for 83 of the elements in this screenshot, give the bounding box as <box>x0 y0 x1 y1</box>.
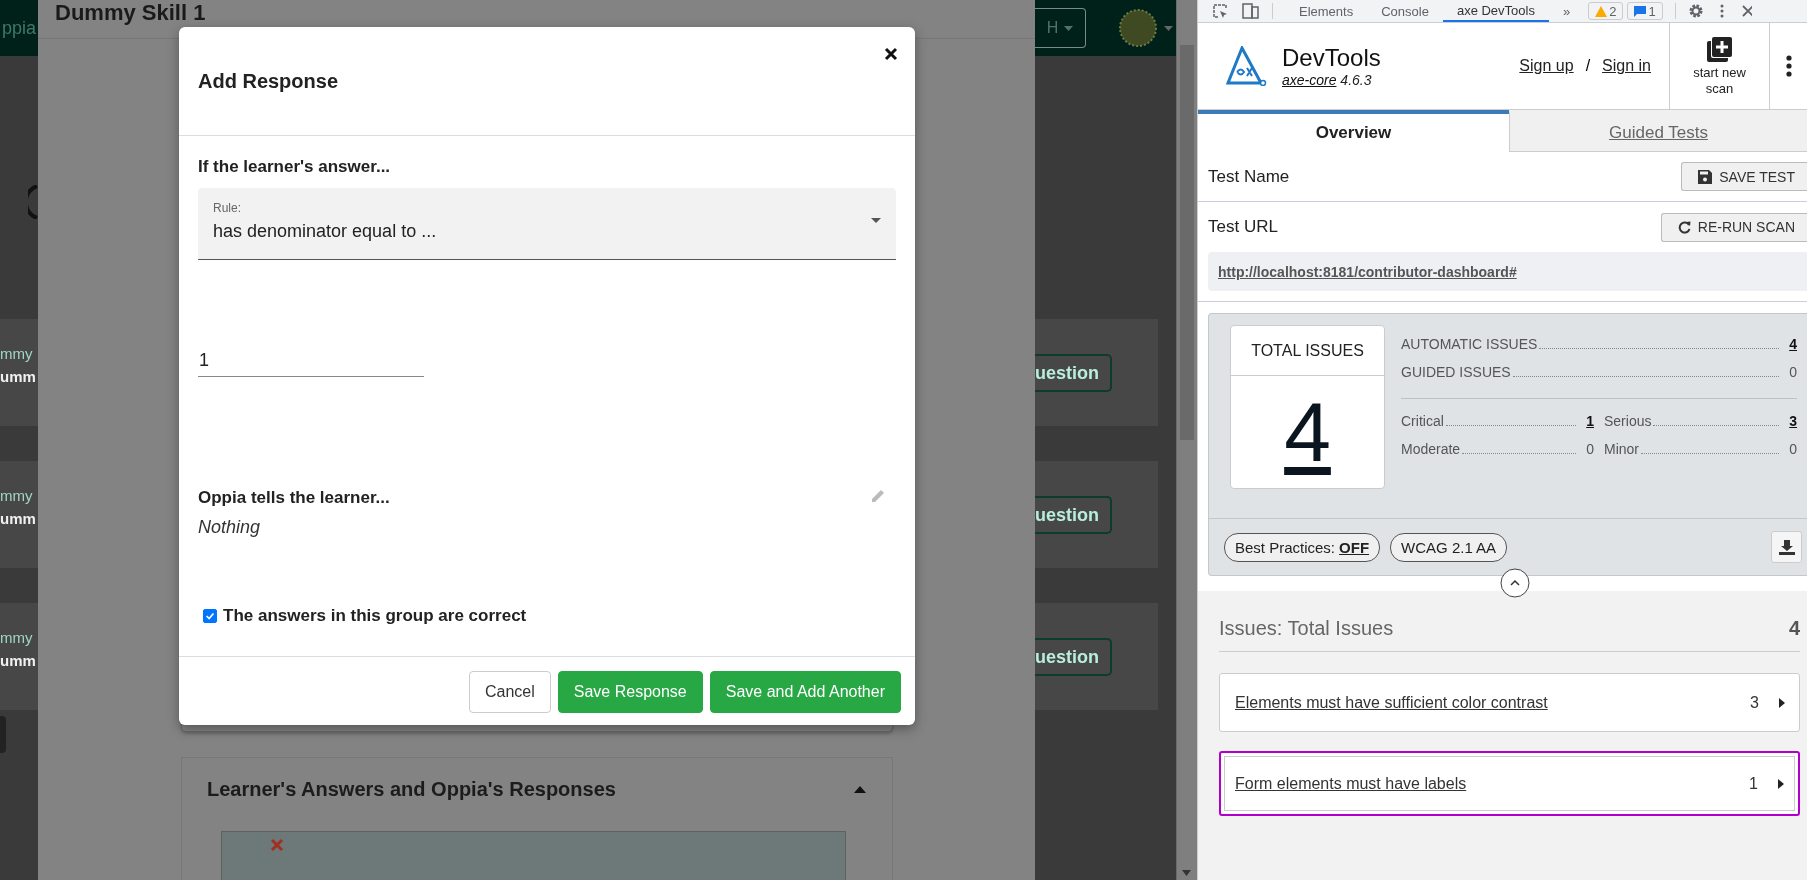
close-icon[interactable] <box>884 47 898 61</box>
rule-dropdown[interactable]: Rule: has denominator equal to ... <box>198 188 896 260</box>
caret-icon[interactable] <box>871 218 881 223</box>
caret-icon <box>1064 25 1074 31</box>
settings-icon[interactable] <box>1687 3 1704 19</box>
section-title: Learner's Answers and Oppia's Responses <box>207 778 616 801</box>
kebab-menu-icon[interactable] <box>1785 55 1792 77</box>
issues-count: 4 <box>1788 616 1800 640</box>
input-field[interactable]: 1 <box>198 346 424 377</box>
device-icon[interactable] <box>1242 3 1260 19</box>
modal-title: Add Response <box>198 70 339 94</box>
total-count[interactable]: 4 <box>1284 390 1331 474</box>
caret-icon[interactable] <box>1164 25 1173 31</box>
card-title: umm <box>0 510 37 527</box>
sign-up-link[interactable]: Sign up <box>1519 57 1574 75</box>
section-heading: Oppia tells the learner... <box>198 488 390 508</box>
devtools-tab[interactable]: Elements <box>1285 0 1368 22</box>
panel-tab[interactable]: Guided Tests <box>1509 110 1807 152</box>
section-heading: If the learner's answer... <box>198 157 392 177</box>
issue-item[interactable]: Elements must have sufficient color contrast 3 <box>1219 673 1800 732</box>
total-label: TOTAL ISSUES <box>1251 341 1364 360</box>
download-icon <box>1778 539 1795 555</box>
circle-outline-icon <box>28 185 38 219</box>
card-topic: mmy <box>0 629 34 646</box>
question-button[interactable]: uestion <box>1035 496 1112 534</box>
issue-category-label: GUIDED ISSUES <box>1401 364 1511 380</box>
feedback-text: Nothing <box>198 517 262 538</box>
issue-category-label: Critical <box>1401 413 1444 429</box>
question-button[interactable]: uestion <box>1035 354 1112 392</box>
devtools-tab[interactable]: axe DevTools <box>1442 0 1549 22</box>
card-title: umm <box>0 652 37 669</box>
inspect-icon[interactable] <box>1212 3 1228 19</box>
cancel-button[interactable]: Cancel <box>468 671 551 713</box>
checkbox-label: The answers in this group are correct <box>223 606 527 626</box>
warnings-badge[interactable]: 2 <box>1588 2 1624 20</box>
question-button[interactable]: uestion <box>1035 638 1112 676</box>
axe-logo-icon <box>1226 46 1268 86</box>
best-practices-toggle[interactable]: Best Practices: OFF <box>1224 532 1381 562</box>
close-icon <box>270 838 284 852</box>
card-title: umm <box>0 368 37 385</box>
checkbox[interactable] <box>203 609 217 623</box>
standard-tag[interactable]: WCAG 2.1 AA <box>1390 532 1508 562</box>
refresh-icon <box>1677 220 1691 234</box>
avatar-icon[interactable] <box>1118 8 1158 48</box>
issues-heading: Issues: Total Issues <box>1219 616 1394 640</box>
issue-category-label: Minor <box>1604 441 1639 457</box>
caret-icon <box>1779 697 1785 708</box>
rerun-button[interactable]: RE-RUN SCAN <box>1660 212 1807 242</box>
logo-text: ppia <box>1 17 37 39</box>
more-tabs-button[interactable]: » <box>1548 0 1585 22</box>
save-button[interactable]: SAVE TEST <box>1681 162 1807 191</box>
issue-category-label: Moderate <box>1401 441 1461 457</box>
caret-icon[interactable] <box>854 786 866 793</box>
issue-count: 0 <box>1586 441 1594 457</box>
product-title: DevTools <box>1282 44 1381 72</box>
new-scan-button[interactable]: start new scan <box>1669 23 1770 109</box>
issue-count[interactable]: 3 <box>1789 413 1797 429</box>
field-label: Test URL <box>1208 217 1278 237</box>
version-text: axe-core 4.6.3 <box>1282 72 1373 88</box>
scrollbar[interactable] <box>1176 0 1197 880</box>
card-topic: mmy <box>0 345 34 362</box>
issue-count: 0 <box>1789 364 1797 380</box>
axe-core-link[interactable]: axe-core <box>1282 72 1337 88</box>
download-button[interactable] <box>1771 531 1802 563</box>
url-link[interactable]: http://localhost:8181/contributor-dashboard# <box>1218 263 1517 280</box>
field-label: Test Name <box>1208 166 1290 187</box>
panel-title: Dummy Skill 1 <box>55 0 206 26</box>
issue-item[interactable]: Form elements must have labels 1 <box>1219 751 1800 816</box>
issue-count[interactable]: 4 <box>1789 336 1797 352</box>
issue-count: 0 <box>1789 441 1797 457</box>
scroll-down-icon[interactable] <box>1182 870 1191 876</box>
caret-icon <box>1778 778 1784 789</box>
issue-category-label: Serious <box>1604 413 1652 429</box>
messages-badge[interactable]: 1 <box>1627 2 1663 20</box>
plus-square-icon <box>1706 35 1733 63</box>
collapse-button[interactable] <box>1500 568 1530 598</box>
devtools-tab[interactable]: Console <box>1367 0 1443 22</box>
issue-count[interactable]: 1 <box>1586 413 1594 429</box>
issue-category-label: AUTOMATIC ISSUES <box>1401 336 1538 352</box>
sign-in-link[interactable]: Sign in <box>1602 57 1651 75</box>
save-icon <box>1698 169 1713 184</box>
card-topic: mmy <box>0 487 34 504</box>
separator-text: / <box>1585 57 1591 75</box>
